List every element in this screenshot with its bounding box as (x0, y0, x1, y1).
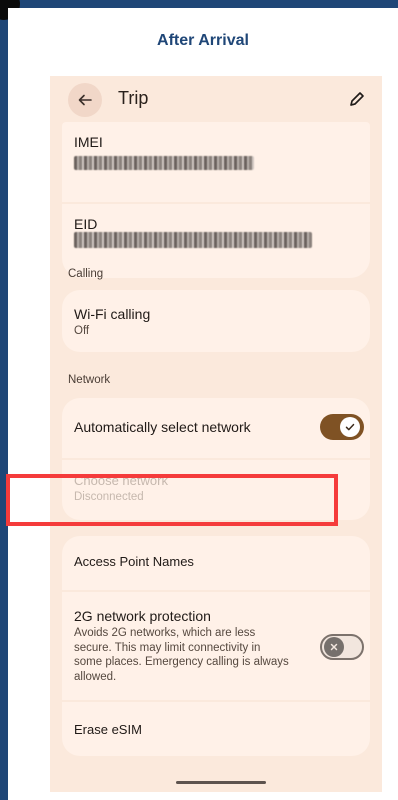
device-identity-group: IMEI EID (62, 122, 370, 278)
divider (62, 458, 370, 460)
imei-value-redacted (74, 156, 254, 170)
wifi-calling-title: Wi-Fi calling (74, 306, 151, 322)
network-section-label: Network (68, 374, 111, 386)
pencil-icon (350, 92, 364, 106)
gesture-handle (176, 781, 266, 784)
highlight-box (6, 474, 338, 526)
erase-esim-item[interactable]: Erase eSIM (74, 722, 142, 737)
panel-heading: After Arrival (157, 32, 249, 49)
toggle-knob (340, 417, 360, 437)
page-title: Trip (118, 88, 149, 108)
divider (62, 700, 370, 702)
2g-protection-title: 2G network protection (74, 608, 211, 624)
auto-select-network-label: Automatically select network (74, 419, 251, 435)
network-options-group: Access Point Names 2G network protection… (62, 536, 370, 756)
app-bar: Trip (50, 76, 382, 128)
calling-section-label: Calling (68, 268, 104, 280)
close-icon (330, 643, 338, 651)
auto-select-network-toggle[interactable] (320, 414, 364, 440)
phone-screen: Trip IMEI EID Calling Wi-Fi calling Off … (50, 76, 382, 792)
back-button[interactable] (68, 83, 102, 117)
wifi-calling-item[interactable]: Wi-Fi calling Off (62, 290, 370, 352)
screenshot-card: After Arrival Trip IMEI EID Calling Wi-F… (6, 8, 398, 800)
wifi-calling-status: Off (74, 325, 90, 337)
edit-button[interactable] (346, 88, 368, 110)
2g-protection-description: Avoids 2G networks, which are less secur… (74, 627, 289, 683)
arrow-left-icon (78, 94, 92, 106)
divider (62, 202, 370, 204)
check-icon (345, 423, 355, 431)
access-point-names-item[interactable]: Access Point Names (74, 554, 194, 569)
eid-label: EID (74, 216, 98, 232)
2g-protection-toggle[interactable] (320, 634, 364, 660)
divider (62, 590, 370, 592)
eid-value-redacted (74, 232, 312, 248)
toggle-knob (324, 637, 344, 657)
imei-label: IMEI (74, 134, 103, 150)
